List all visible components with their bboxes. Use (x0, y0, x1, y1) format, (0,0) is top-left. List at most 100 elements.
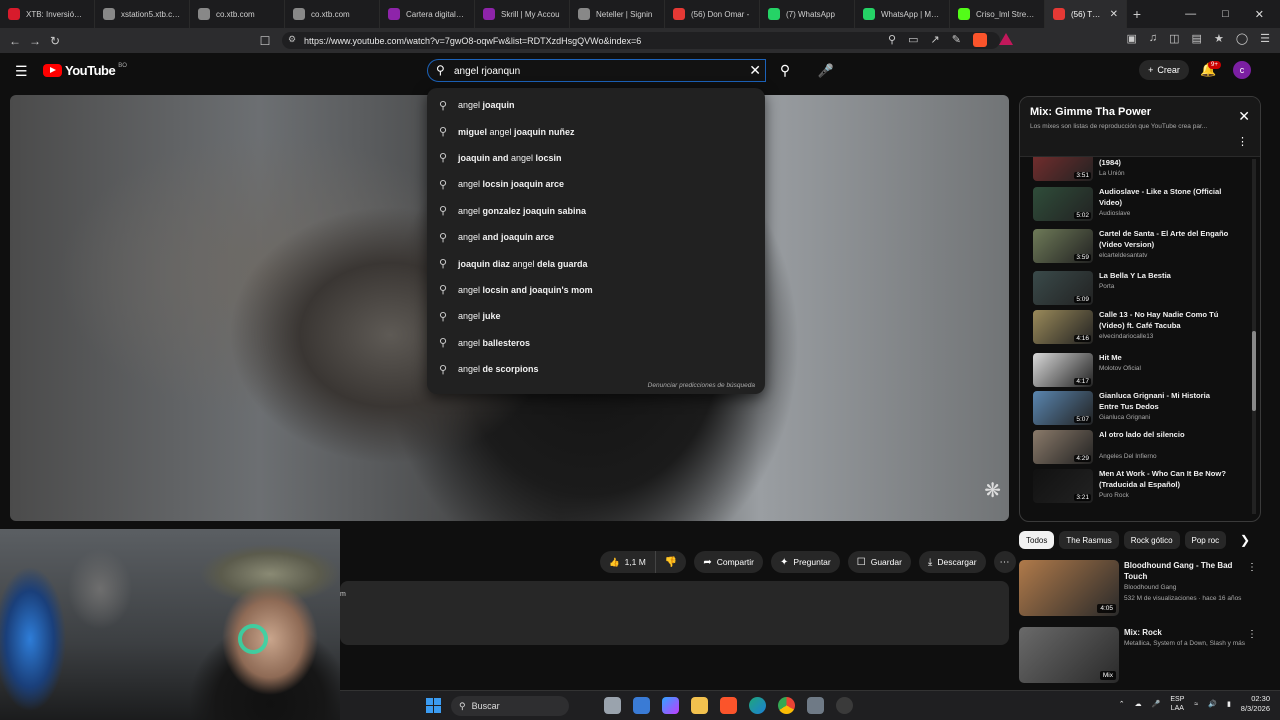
sidebar-icon[interactable]: ◫ (1169, 32, 1179, 45)
playlist-thumbnail[interactable]: 5:02 (1033, 187, 1093, 221)
voice-search-button[interactable]: 🎤 (814, 59, 838, 82)
recommended-thumbnail[interactable]: Mix (1019, 627, 1119, 683)
store-icon[interactable] (633, 697, 650, 714)
like-button[interactable]: 👍 1,1 M (600, 551, 656, 573)
download-button[interactable]: ⤓ Descargar (918, 551, 986, 573)
suggestion-item[interactable]: ⚲ joaquin diaz angel dela guarda (427, 250, 765, 276)
brave-rewards-icon[interactable] (998, 33, 1013, 45)
browser-tab[interactable]: Criso_lml Stream (950, 0, 1045, 28)
maximize-icon[interactable]: □ (1222, 8, 1229, 20)
recommended-video[interactable]: Mix Mix: Rock Metallica, System of a Down,… (1019, 627, 1261, 687)
language-indicator[interactable]: ESP LAA (1170, 695, 1184, 713)
description-box[interactable]: m (340, 581, 1009, 645)
playlist-item[interactable]: 5:09 La Bella Y La Bestia Porta (1033, 271, 1253, 307)
mic-tray-icon[interactable]: 🎤 (1152, 700, 1161, 708)
windows-start-icon[interactable] (426, 698, 441, 713)
more-actions-button[interactable]: ⋯ (993, 551, 1016, 573)
close-playlist-icon[interactable]: ✕ (1238, 108, 1250, 125)
suggestion-item[interactable]: ⚲ angel locsin joaquin arce (427, 171, 765, 197)
avatar[interactable]: c (1233, 61, 1251, 79)
chrome-icon[interactable] (778, 697, 795, 714)
browser-tab[interactable]: co.xtb.com (285, 0, 380, 28)
playlist-thumbnail[interactable]: 4:29 (1033, 430, 1093, 464)
search-box[interactable]: ⚲ ✕ (427, 59, 766, 82)
playlist-item[interactable]: 3:59 Cartel de Santa - El Arte del Engaño… (1033, 229, 1253, 265)
playlist-scrollbar[interactable] (1252, 159, 1256, 514)
playlist-item[interactable]: 4:16 Calle 13 - No Hay Nadie Como Tú (Vid… (1033, 310, 1253, 346)
playlist-thumbnail[interactable]: 4:17 (1033, 353, 1093, 387)
playlist-item[interactable]: 3:21 Men At Work - Who Can It Be Now? (Tr… (1033, 469, 1253, 505)
suggestion-item[interactable]: ⚲ angel gonzalez joaquin sabina (427, 198, 765, 224)
camera-icon[interactable] (807, 697, 824, 714)
clear-search-icon[interactable]: ✕ (749, 62, 761, 79)
forward-icon[interactable]: → (25, 34, 45, 48)
volume-icon[interactable]: 🔊 (1208, 700, 1217, 708)
browser-tab[interactable]: XTB: Inversión, Ac (0, 0, 95, 28)
music-icon[interactable]: ♫ (1149, 32, 1157, 45)
browser-tab-active[interactable]: (56) The P ✕ (1045, 0, 1127, 28)
recommended-thumbnail[interactable]: 4:05 (1019, 560, 1119, 616)
playlist-more-icon[interactable]: ⋮ (1237, 135, 1248, 148)
minimize-icon[interactable]: — (1185, 8, 1196, 20)
ask-button[interactable]: ✦ Preguntar (771, 551, 840, 573)
new-tab-button[interactable]: + (1127, 6, 1147, 22)
playlist-item[interactable]: 5:07 Gianluca Grignani - Mi Historia Entr… (1033, 391, 1253, 427)
suggestion-item[interactable]: ⚲ angel and joaquin arce (427, 224, 765, 250)
playlist-item[interactable]: 5:02 Audioslave - Like a Stone (Official … (1033, 187, 1253, 223)
filter-chip[interactable]: Todos (1019, 531, 1055, 549)
search-input[interactable] (454, 63, 734, 79)
browser-tab[interactable]: (56) Don Omar - (665, 0, 760, 28)
more-icon[interactable]: ⋮ (1247, 562, 1257, 573)
translate-icon[interactable]: ✎ (952, 33, 961, 47)
playlist-item[interactable]: 4:17 Hit Me Molotov Oficial (1033, 353, 1253, 389)
filter-chip[interactable]: The Rasmus (1059, 531, 1119, 549)
onedrive-icon[interactable]: ☁ (1135, 700, 1142, 708)
playlist-thumbnail[interactable]: 5:09 (1033, 271, 1093, 305)
battery-icon[interactable]: ▮ (1227, 700, 1231, 708)
wallet-icon[interactable]: ▤ (1192, 32, 1202, 45)
recommended-video[interactable]: 4:05 Bloodhound Gang - The Bad Touch Blood… (1019, 560, 1261, 620)
playlist-thumbnail[interactable]: 3:59 (1033, 229, 1093, 263)
search-button[interactable]: ⚲ (766, 59, 804, 82)
filter-chip[interactable]: Rock gótico (1123, 531, 1180, 549)
vpn-icon[interactable]: ◯ (1236, 32, 1248, 45)
reload-icon[interactable]: ↻ (45, 34, 65, 48)
playlist-thumbnail[interactable]: 5:07 (1033, 391, 1093, 425)
youtube-logo[interactable]: YouTube BO (43, 63, 127, 78)
back-icon[interactable]: ← (5, 34, 25, 48)
tray-overflow-icon[interactable]: ⌃ (1119, 700, 1125, 708)
wifi-icon[interactable]: ≈ (1194, 701, 1198, 708)
taskbar-search[interactable]: ⚲ Buscar (451, 696, 569, 716)
suggestion-item[interactable]: ⚲ angel juke (427, 303, 765, 329)
bookmark-icon[interactable]: ☐ (255, 34, 275, 48)
playlist-thumbnail[interactable]: 4:16 (1033, 310, 1093, 344)
browser-tab[interactable]: Cartera digital pa (380, 0, 475, 28)
filter-chip[interactable]: Pop roc (1184, 531, 1227, 549)
playlist-thumbnail[interactable]: 3:21 (1033, 469, 1093, 503)
guide-menu-icon[interactable]: ☰ (15, 63, 28, 80)
copilot-icon[interactable] (662, 697, 679, 714)
edge-icon[interactable] (749, 697, 766, 714)
browser-tab[interactable]: Neteller | Signin (570, 0, 665, 28)
screenshot-icon[interactable]: ▣ (1126, 32, 1136, 45)
cast-icon[interactable]: ▭ (908, 33, 918, 47)
dislike-button[interactable]: 👎 (656, 551, 686, 573)
browser-tab[interactable]: xstation5.xtb.com (95, 0, 190, 28)
settings-app-icon[interactable] (836, 697, 853, 714)
suggestion-item[interactable]: ⚲ angel joaquin (427, 92, 765, 118)
chevron-right-icon[interactable]: ❯ (1240, 533, 1250, 547)
menu-icon[interactable]: ☰ (1260, 32, 1270, 45)
suggestion-item[interactable]: ⚲ miguel angel joaquin nuñez (427, 118, 765, 144)
more-icon[interactable]: ⋮ (1247, 629, 1257, 640)
suggestion-item[interactable]: ⚲ angel locsin and joaquin's mom (427, 277, 765, 303)
playlist-scroll-thumb[interactable] (1252, 331, 1256, 411)
browser-tab[interactable]: Skrill | My Accou (475, 0, 570, 28)
create-button[interactable]: + Crear (1139, 60, 1189, 80)
browser-tab[interactable]: co.xtb.com (190, 0, 285, 28)
report-predictions-link[interactable]: Denunciar predicciones de búsqueda (648, 382, 755, 389)
close-window-icon[interactable]: ✕ (1255, 8, 1264, 21)
taskview-icon[interactable] (604, 697, 621, 714)
site-info-icon[interactable]: ⚙ (288, 34, 296, 45)
browser-tab[interactable]: WhatsApp | Mens (855, 0, 950, 28)
share-page-icon[interactable]: ↗ (930, 33, 939, 47)
